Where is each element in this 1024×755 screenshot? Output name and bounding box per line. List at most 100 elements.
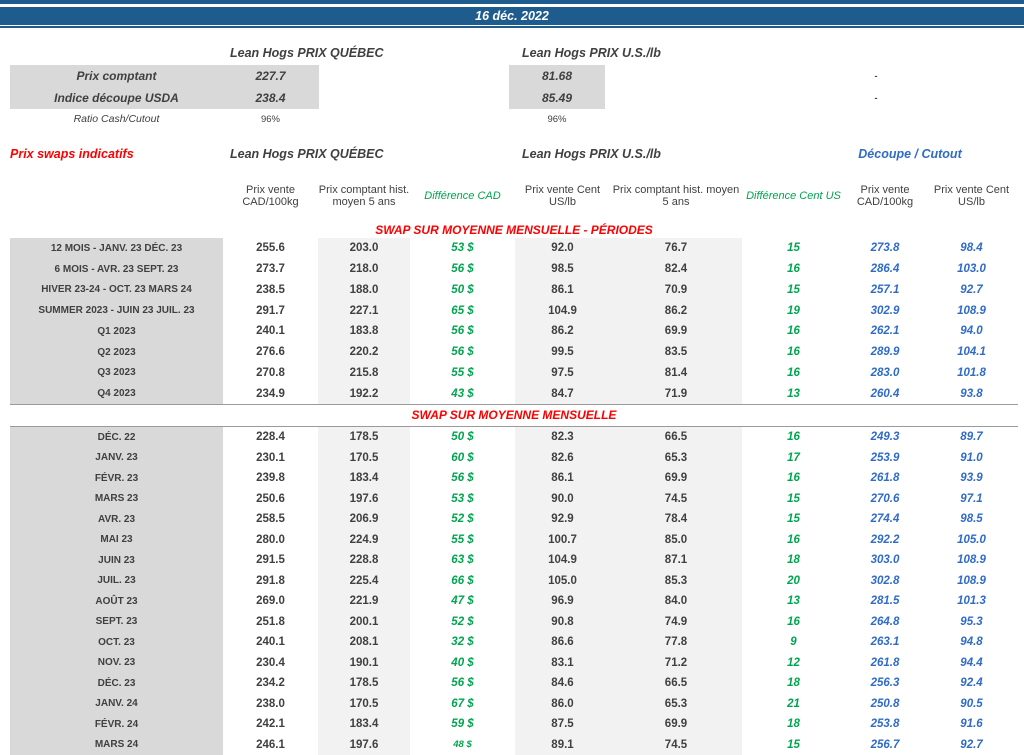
value-cell: 98.5 (515, 258, 610, 280)
spot-qc-value: 96% (260, 113, 280, 125)
value-cell: 203.0 (318, 238, 410, 259)
column-header-comptant-hist-cad: Prix comptant hist. moyen 5 ans (318, 183, 410, 208)
value-cell: 16 (787, 472, 800, 485)
value-cell: 258.5 (256, 513, 285, 526)
value-cell: 89.1 (515, 734, 610, 755)
spot-us-value: 81.68 (541, 69, 573, 83)
value-cell: 48 $ (453, 739, 472, 751)
table-row: JANV. 23 230.1 170.5 60 $ 82.6 65.3 17 253.9 91.… (10, 447, 1018, 468)
value-cell: 221.9 (318, 591, 410, 612)
table-row: DÉC. 23 234.2 178.5 56 $ 84.6 66.5 18 256.3 92.4 (10, 673, 1018, 694)
value-cell: 18 (787, 554, 800, 567)
table-row: DÉC. 22 228.4 178.5 50 $ 82.3 66.5 16 249.3 89.7 (10, 427, 1018, 448)
table-row: SUMMER 2023 - JUIN 23 JUIL. 23 291.7 227.1… (10, 300, 1018, 321)
spot-us-group-header: Lean Hogs PRIX U.S./lb (522, 46, 661, 60)
value-cell: 101.3 (957, 595, 986, 608)
periods-table: 12 MOIS - JANV. 23 DÉC. 23 255.6 203.0 53 $… (10, 238, 1018, 404)
value-cell: 92.0 (515, 238, 610, 259)
value-cell: 206.9 (318, 509, 410, 530)
value-cell: 263.1 (870, 636, 900, 649)
value-cell: 66.5 (610, 673, 742, 694)
row-label-cell: Q3 2023 (10, 362, 223, 384)
value-cell: 93.8 (960, 387, 983, 400)
value-cell: 20 (787, 574, 800, 587)
value-cell: 242.1 (256, 718, 285, 731)
value-cell: 104.9 (515, 550, 610, 571)
spot-us-value: 96% (547, 113, 567, 125)
row-label-cell: Q4 2023 (10, 383, 223, 404)
value-cell: 91.0 (960, 451, 983, 464)
value-cell: 257.1 (870, 283, 900, 296)
value-cell: 253.8 (870, 718, 900, 731)
value-cell: 230.4 (256, 656, 285, 669)
value-cell: 17 (787, 451, 800, 464)
row-label-cell: SEPT. 23 (10, 611, 223, 632)
value-cell: 83.5 (610, 341, 742, 363)
value-cell: 260.4 (870, 387, 900, 400)
value-cell: 286.4 (870, 263, 900, 276)
section-header-periodes: SWAP SUR MOYENNE MENSUELLE - PÉRIODES (375, 223, 653, 237)
value-cell: 238.5 (256, 283, 285, 296)
value-cell: 16 (787, 431, 800, 444)
value-cell: 69.9 (610, 321, 742, 342)
value-cell: 9 (790, 636, 797, 649)
value-cell: 273.8 (870, 242, 900, 255)
value-cell: 192.2 (318, 383, 410, 404)
table-row: Q2 2023 276.6 220.2 56 $ 99.5 83.5 16 289.9 104.… (10, 341, 1018, 363)
value-cell: 234.2 (256, 677, 285, 690)
value-cell: 18 (787, 718, 800, 731)
value-cell: 100.7 (515, 529, 610, 550)
value-cell: 89.7 (960, 431, 983, 444)
value-cell: 274.4 (870, 513, 900, 526)
value-cell: 291.7 (256, 304, 285, 317)
value-cell: 12 (787, 656, 800, 669)
table-row: JUIL. 23 291.8 225.4 66 $ 105.0 85.3 20 302.8 10… (10, 570, 1018, 591)
value-cell: 105.0 (515, 570, 610, 591)
row-label-cell: JANV. 23 (10, 447, 223, 468)
value-cell: 85.3 (610, 570, 742, 591)
value-cell: 70.9 (610, 279, 742, 301)
value-cell: 289.9 (870, 346, 900, 359)
value-cell: 208.1 (318, 632, 410, 653)
value-cell: 16 (787, 533, 800, 546)
report-date: 16 déc. 2022 (475, 9, 549, 23)
value-cell: 255.6 (256, 242, 285, 255)
value-cell: 94.8 (960, 636, 983, 649)
row-label-cell: JANV. 24 (10, 693, 223, 714)
value-cell: 84.0 (610, 591, 742, 612)
value-cell: 276.6 (256, 346, 285, 359)
value-cell: 92.7 (960, 738, 983, 751)
table-row: FÉVR. 23 239.8 183.4 56 $ 86.1 69.9 16 261.8 93.… (10, 468, 1018, 489)
value-cell: 76.7 (610, 238, 742, 259)
value-cell: 83.1 (515, 652, 610, 673)
value-cell: 291.8 (256, 574, 285, 587)
row-label-cell: MARS 23 (10, 488, 223, 509)
table-row: Q3 2023 270.8 215.8 55 $ 97.5 81.4 16 283.0 101.… (10, 362, 1018, 384)
value-cell: 86.2 (515, 321, 610, 342)
value-cell: 15 (787, 492, 800, 505)
value-cell: 65 $ (451, 304, 474, 317)
value-cell: 86.1 (515, 468, 610, 489)
value-cell: 97.5 (515, 362, 610, 384)
table-row: FÉVR. 24 242.1 183.4 59 $ 87.5 69.9 18 253.8 91.… (10, 714, 1018, 735)
value-cell: 101.8 (957, 366, 986, 379)
value-cell: 81.4 (610, 362, 742, 384)
row-label-cell: 12 MOIS - JANV. 23 DÉC. 23 (10, 238, 223, 259)
value-cell: 250.6 (256, 492, 285, 505)
value-cell: 264.8 (870, 615, 900, 628)
value-cell: 95.3 (960, 615, 983, 628)
value-cell: 225.4 (318, 570, 410, 591)
value-cell: 234.9 (256, 387, 285, 400)
table-row: AOÛT 23 269.0 221.9 47 $ 96.9 84.0 13 281.5 101.… (10, 591, 1018, 612)
section-header-mensuelle: SWAP SUR MOYENNE MENSUELLE (411, 408, 617, 422)
column-header-prix-vente-cad: Prix vente CAD/100kg (242, 183, 299, 208)
value-cell: 92.7 (960, 283, 983, 296)
value-cell: 183.8 (318, 321, 410, 342)
spot-row-label: Prix comptant (76, 69, 157, 83)
value-cell: 246.1 (256, 738, 285, 751)
value-cell: 253.9 (870, 451, 900, 464)
table-row: HIVER 23-24 - OCT. 23 MARS 24 238.5 188.0 5… (10, 279, 1018, 301)
spot-row-label: Indice découpe USDA (54, 91, 179, 105)
table-row: 6 MOIS - AVR. 23 SEPT. 23 273.7 218.0 56 $ 9… (10, 258, 1018, 280)
value-cell: 47 $ (451, 595, 474, 608)
